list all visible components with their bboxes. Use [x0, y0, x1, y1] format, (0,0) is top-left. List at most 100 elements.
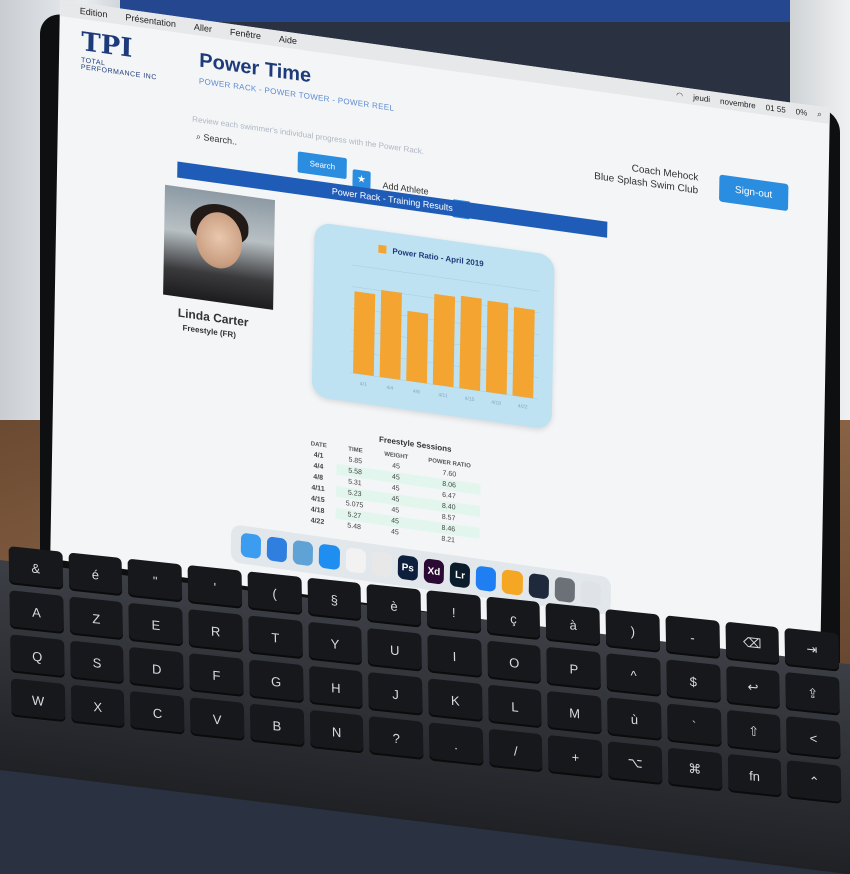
- chart-title: Power Ratio - April 2019: [392, 246, 484, 269]
- keyboard-key[interactable]: V: [189, 697, 245, 741]
- keyboard-key[interactable]: O: [486, 640, 542, 685]
- keyboard-key[interactable]: U: [367, 627, 422, 672]
- keyboard-key[interactable]: Q: [10, 634, 65, 679]
- athlete-photo: [163, 184, 275, 310]
- chart-bar[interactable]: [485, 300, 509, 395]
- keyboard-key[interactable]: P: [546, 646, 602, 691]
- keyboard-key[interactable]: ⌥: [607, 741, 663, 786]
- keyboard-key[interactable]: é: [68, 552, 123, 597]
- keyboard-key[interactable]: D: [129, 646, 184, 691]
- keyboard-key[interactable]: ⌫: [725, 621, 780, 666]
- keyboard-key[interactable]: +: [548, 734, 603, 779]
- x-tick-label: 4/22: [518, 403, 528, 410]
- keyboard-key[interactable]: N: [309, 709, 364, 754]
- status-date: novembre: [720, 96, 756, 111]
- keyboard-key[interactable]: G: [248, 659, 304, 704]
- keyboard-key[interactable]: J: [368, 672, 423, 716]
- keyboard-key[interactable]: M: [547, 690, 602, 735]
- xd-icon[interactable]: Xd: [423, 558, 445, 585]
- keyboard-key[interactable]: ': [187, 564, 243, 609]
- chart-bar[interactable]: [379, 290, 402, 380]
- keyboard-key[interactable]: ): [605, 609, 660, 653]
- keyboard-key[interactable]: ⇪: [785, 671, 840, 716]
- keyboard-key[interactable]: à: [545, 602, 601, 647]
- keyboard-key[interactable]: X: [70, 684, 125, 729]
- keyboard-key[interactable]: B: [249, 703, 305, 748]
- menu-item-edition[interactable]: Edition: [80, 6, 108, 20]
- laptop: Edition Présentation Aller Fenêtre Aide …: [0, 0, 850, 874]
- photos-icon[interactable]: [371, 550, 392, 578]
- keyboard-key[interactable]: (: [247, 571, 302, 616]
- keyboard-key[interactable]: <: [786, 716, 841, 760]
- os-statusbar: ◠ jeudi novembre 01 55 0% ⌕: [676, 86, 822, 122]
- keyboard-key[interactable]: ⌘: [667, 747, 723, 792]
- keyboard-key[interactable]: &: [8, 546, 63, 590]
- menu-item-presentation[interactable]: Présentation: [125, 12, 176, 29]
- keyboard-key[interactable]: /: [488, 728, 543, 773]
- brand-logo[interactable]: TPI TOTAL PERFORMANCE INC: [81, 27, 162, 82]
- gridline: [352, 264, 541, 292]
- keyboard-key[interactable]: ↩: [725, 665, 781, 710]
- keyboard-key[interactable]: L: [487, 684, 543, 729]
- keyboard-key[interactable]: E: [128, 602, 184, 647]
- keyboard-key[interactable]: è: [366, 583, 422, 628]
- keyboard-key[interactable]: ⌃: [787, 760, 842, 804]
- keyboard-key[interactable]: ù: [607, 697, 662, 741]
- chart-plot: 4/1 4/4 4/8 4/11 4/15 4/18 4/22: [350, 264, 541, 411]
- keyboard-key[interactable]: H: [308, 665, 364, 710]
- keyboard-key[interactable]: ⇥: [784, 627, 840, 672]
- x-tick-label: 4/8: [413, 389, 420, 396]
- keyboard-key[interactable]: C: [130, 690, 185, 735]
- menu-item-fenetre[interactable]: Fenêtre: [230, 27, 261, 41]
- keyboard-key[interactable]: ç: [486, 596, 541, 641]
- wifi-icon[interactable]: ◠: [676, 90, 683, 100]
- photoshop-icon[interactable]: Ps: [397, 554, 419, 582]
- keyboard-key[interactable]: S: [69, 640, 125, 685]
- keyboard-key[interactable]: R: [188, 609, 243, 653]
- search-input[interactable]: ⌕ Search..: [196, 131, 237, 148]
- keyboard-key[interactable]: ⇧: [726, 709, 781, 754]
- keyboard-key[interactable]: T: [248, 615, 303, 660]
- keyboard-key[interactable]: Z: [69, 596, 124, 641]
- finder-icon[interactable]: [240, 532, 262, 560]
- keyboard-key[interactable]: W: [10, 678, 66, 723]
- keyboard-key[interactable]: I: [427, 634, 482, 678]
- chart-bar[interactable]: [459, 295, 482, 391]
- chart-bar[interactable]: [432, 293, 456, 388]
- search-icon[interactable]: ⌕: [817, 109, 822, 120]
- keyboard-key[interactable]: ": [127, 558, 183, 603]
- keyboard-key[interactable]: `: [666, 703, 722, 748]
- chart-bar[interactable]: [353, 291, 376, 377]
- keyboard-key[interactable]: K: [428, 678, 483, 723]
- keyboard-key[interactable]: A: [9, 590, 64, 634]
- keyboard-key[interactable]: F: [189, 653, 244, 697]
- appstore-icon[interactable]: [475, 565, 497, 593]
- signout-button[interactable]: Sign-out: [718, 174, 789, 212]
- menu-item-aide[interactable]: Aide: [279, 34, 297, 47]
- lightroom-icon[interactable]: Lr: [449, 561, 471, 589]
- keyboard-key[interactable]: .: [428, 722, 484, 767]
- keyboard-key[interactable]: ?: [369, 716, 424, 760]
- x-tick-label: 4/1: [360, 381, 367, 388]
- user-info: Coach Mehock Blue Splash Swim Club: [594, 157, 698, 198]
- chrome-icon[interactable]: [345, 547, 366, 574]
- keyboard-key[interactable]: $: [666, 659, 721, 704]
- safari-icon[interactable]: [266, 536, 288, 563]
- keyboard-key[interactable]: ^: [606, 653, 661, 697]
- search-button[interactable]: Search: [297, 151, 348, 180]
- keyboard-key[interactable]: !: [426, 590, 481, 634]
- menu-item-aller[interactable]: Aller: [194, 22, 212, 35]
- keyboard-key[interactable]: §: [307, 577, 362, 622]
- compass-icon[interactable]: [528, 572, 549, 600]
- preview-icon[interactable]: [292, 539, 314, 567]
- keyboard-key[interactable]: -: [665, 615, 720, 660]
- keyboard-key[interactable]: fn: [727, 753, 782, 798]
- home-icon[interactable]: [502, 569, 523, 596]
- settings-icon[interactable]: [554, 576, 575, 604]
- x-tick-label: 4/18: [491, 400, 501, 407]
- keyboard-key[interactable]: Y: [307, 621, 363, 666]
- chart-bar[interactable]: [406, 310, 429, 384]
- trash-icon[interactable]: [580, 580, 602, 607]
- chart-bar[interactable]: [512, 307, 535, 399]
- messenger-icon[interactable]: [319, 543, 340, 571]
